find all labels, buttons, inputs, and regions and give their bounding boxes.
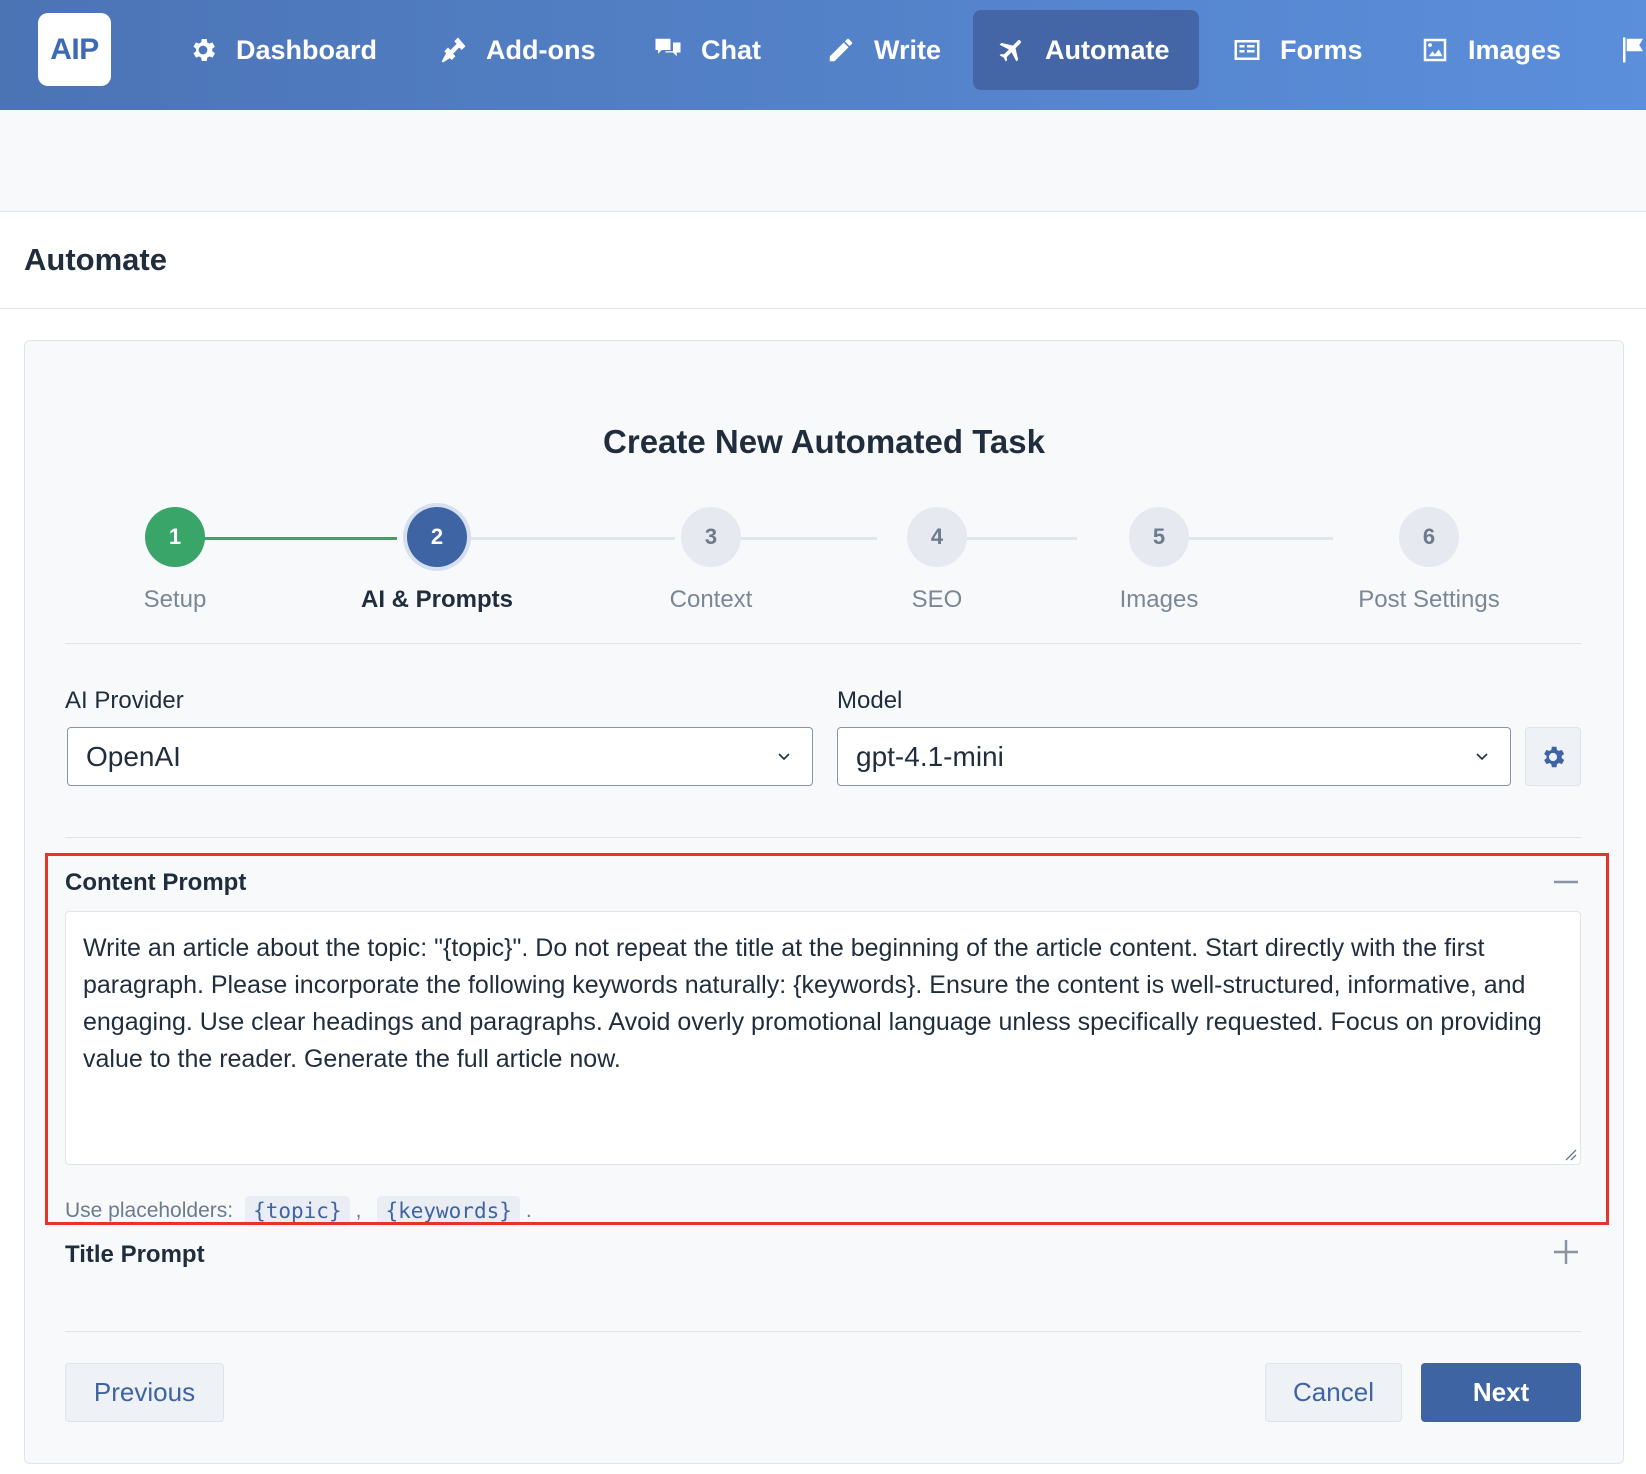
nav-label: Write [874, 34, 942, 65]
task-wizard-card: Create New Automated Task 1 2 3 4 5 6 Se… [24, 340, 1624, 1464]
subheader-band [0, 110, 1646, 212]
nav-item-automate[interactable]: Automate [973, 10, 1199, 90]
step-5-circle[interactable]: 5 [1129, 507, 1189, 567]
model-select[interactable]: gpt-4.1-mini [837, 727, 1511, 786]
divider [0, 308, 1646, 309]
cancel-button[interactable]: Cancel [1265, 1363, 1402, 1422]
logo[interactable]: AIP [38, 13, 111, 86]
chat-bubbles-icon [655, 38, 681, 57]
step-2-label: AI & Prompts [360, 586, 513, 613]
nav-item-overflow[interactable] [1618, 10, 1646, 90]
pencil-icon [829, 38, 853, 62]
step-4-label: SEO [911, 586, 963, 613]
top-nav: AIP Dashboard Add-ons Chat Write Automat… [0, 0, 1646, 110]
nav-label: Add-ons [486, 34, 596, 65]
title-prompt-label: Title Prompt [65, 1241, 205, 1268]
previous-button[interactable]: Previous [65, 1363, 224, 1422]
nav-label: Images [1468, 34, 1562, 65]
ai-provider-label: AI Provider [65, 687, 184, 714]
model-value: gpt-4.1-mini [856, 740, 1004, 772]
step-6-label: Post Settings [1358, 586, 1500, 613]
ai-provider-value: OpenAI [86, 740, 181, 772]
divider [65, 643, 1581, 644]
nav-label: Dashboard [236, 34, 378, 65]
image-icon [1423, 38, 1447, 62]
nav-item-dashboard[interactable]: Dashboard [188, 10, 377, 90]
divider [65, 1331, 1581, 1332]
flag-icon [1623, 37, 1643, 63]
nav-label: Automate [1045, 34, 1170, 65]
chevron-down-icon [1476, 753, 1488, 761]
divider [65, 837, 1581, 838]
step-connector [175, 537, 397, 540]
nav-item-chat[interactable]: Chat [653, 10, 761, 90]
nav-item-write[interactable]: Write [826, 10, 941, 90]
step-4-circle[interactable]: 4 [907, 507, 967, 567]
step-5-label: Images [1119, 586, 1199, 613]
model-label: Model [837, 687, 903, 714]
nav-item-add-ons[interactable]: Add-ons [438, 10, 595, 90]
step-2-circle[interactable]: 2 [407, 507, 467, 567]
gear-icon [193, 39, 215, 61]
plane-icon [999, 40, 1021, 62]
card-title: Create New Automated Task [603, 423, 1045, 460]
model-settings-button[interactable] [1525, 727, 1581, 786]
expand-icon[interactable] [1551, 1237, 1581, 1267]
nav-item-images[interactable]: Images [1420, 10, 1561, 90]
content-prompt-highlight [45, 853, 1609, 1225]
page-title: Automate [24, 242, 167, 277]
step-6-circle[interactable]: 6 [1399, 507, 1459, 567]
step-connector [457, 537, 675, 540]
next-button[interactable]: Next [1421, 1363, 1581, 1422]
gear-icon [1544, 746, 1565, 767]
nav-item-forms[interactable]: Forms [1232, 10, 1363, 90]
step-connector [735, 537, 877, 540]
step-3-circle[interactable]: 3 [681, 507, 741, 567]
step-1-label: Setup [143, 586, 207, 613]
ai-provider-select[interactable]: OpenAI [67, 727, 813, 786]
plug-icon [441, 37, 466, 63]
nav-label: Chat [701, 34, 761, 65]
nav-label: Forms [1280, 34, 1363, 65]
form-icon [1234, 40, 1260, 60]
step-3-label: Context [669, 586, 753, 613]
step-1-circle[interactable]: 1 [145, 507, 205, 567]
chevron-down-icon [778, 753, 790, 761]
